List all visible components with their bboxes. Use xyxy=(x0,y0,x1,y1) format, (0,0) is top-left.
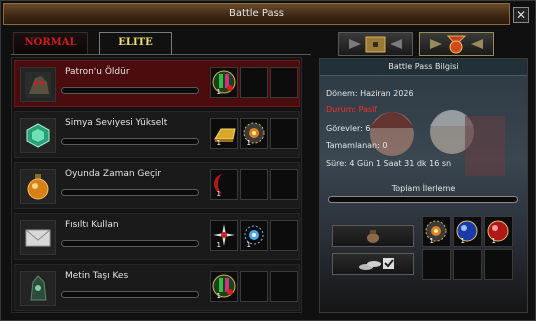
metin-stone-icon xyxy=(20,271,56,306)
info-status: Durum: Pasif xyxy=(326,105,378,114)
sun-medal-icon xyxy=(243,122,265,144)
reward-slot[interactable]: 1 xyxy=(210,220,238,251)
mission-row[interactable]: Metin Taşı Kes 1 xyxy=(14,264,300,311)
bag-icon xyxy=(367,230,379,243)
envelope-icon xyxy=(20,220,56,255)
battle-pass-info-panel: Battle Pass Bilgisi Dönem: Haziran 2026 … xyxy=(319,58,528,313)
coins-icon xyxy=(359,258,394,270)
potion-set-icon xyxy=(212,70,236,94)
reward-count: 1 xyxy=(246,241,251,249)
info-period: Dönem: Haziran 2026 xyxy=(326,89,414,98)
reward-slot-empty[interactable] xyxy=(270,220,298,251)
mission-list: Patron'u Öldür 1 Simya Seviyesi Yükselt … xyxy=(11,57,302,313)
compass-icon xyxy=(213,224,235,246)
info-completed: Tamamlanan: 0 xyxy=(326,141,388,150)
mission-progress-bar xyxy=(61,189,199,196)
reward-slot[interactable]: 1 xyxy=(210,67,238,98)
reward-slot-empty[interactable] xyxy=(270,67,298,98)
tab-chest[interactable] xyxy=(338,32,413,56)
final-reward-slot-empty[interactable] xyxy=(484,249,513,280)
mission-progress-bar xyxy=(61,240,199,247)
reward-slot-empty[interactable] xyxy=(270,118,298,149)
mission-title: Oyunda Zaman Geçir xyxy=(65,169,162,179)
reward-count: 1 xyxy=(460,237,465,245)
potion-bottle-icon xyxy=(20,169,56,204)
reward-count: 1 xyxy=(491,237,496,245)
title-bar[interactable]: Battle Pass xyxy=(3,3,510,25)
tab-divider xyxy=(11,54,311,55)
mission-progress-bar xyxy=(61,87,199,94)
red-orb-icon xyxy=(214,174,224,194)
final-reward-slot-empty[interactable] xyxy=(453,249,482,280)
close-button[interactable]: ✕ xyxy=(513,7,529,23)
reward-slot-empty[interactable] xyxy=(240,271,268,302)
reward-count: 1 xyxy=(429,237,434,245)
gold-bar-icon xyxy=(214,128,236,142)
battle-pass-window: Battle Pass ✕ NORMAL ELITE Patron'u Öldü… xyxy=(0,0,536,321)
reward-slot[interactable]: 1 xyxy=(210,169,238,200)
reward-slot-empty[interactable] xyxy=(240,67,268,98)
info-panel-header: Battle Pass Bilgisi xyxy=(320,59,527,76)
total-progress-bar xyxy=(328,196,518,203)
tab-medal[interactable] xyxy=(419,32,494,56)
window-title: Battle Pass xyxy=(228,8,285,19)
blue-orb-icon xyxy=(456,220,478,242)
boss-skull-icon xyxy=(20,67,56,102)
reward-count: 1 xyxy=(216,88,221,96)
blue-compass-icon xyxy=(244,225,264,245)
info-missions: Görevler: 6 xyxy=(326,124,371,133)
mission-progress-bar xyxy=(61,291,199,298)
mission-title: Metin Taşı Kes xyxy=(65,271,129,281)
mission-progress-bar xyxy=(61,138,199,145)
final-reward-slot[interactable]: 1 xyxy=(453,216,482,247)
gem-icon xyxy=(20,118,56,153)
reward-slot-empty[interactable] xyxy=(270,169,298,200)
reward-slot[interactable]: 1 xyxy=(210,271,238,302)
mission-title: Fısıltı Kullan xyxy=(65,220,119,230)
reward-slot-empty[interactable] xyxy=(240,169,268,200)
reward-count: 1 xyxy=(216,190,221,198)
reward-count: 1 xyxy=(216,139,221,147)
total-progress-label: Toplam İlerleme xyxy=(391,184,456,193)
mission-row[interactable]: Oyunda Zaman Geçir 1 xyxy=(14,162,300,209)
final-reward-slot-empty[interactable] xyxy=(422,249,451,280)
mission-row[interactable]: Patron'u Öldür 1 xyxy=(14,60,300,107)
reward-bag-button[interactable] xyxy=(332,225,414,247)
reward-slot[interactable]: 1 xyxy=(210,118,238,149)
tab-elite[interactable]: ELITE xyxy=(99,32,172,54)
final-reward-slot[interactable]: 1 xyxy=(484,216,513,247)
claim-coins-button[interactable] xyxy=(332,253,414,275)
mission-row[interactable]: Simya Seviyesi Yükselt 1 1 xyxy=(14,111,300,158)
reward-count: 1 xyxy=(246,139,251,147)
chest-icon xyxy=(349,36,402,53)
reward-count: 1 xyxy=(216,292,221,300)
reward-count: 1 xyxy=(216,241,221,249)
potion-set-icon xyxy=(212,274,236,298)
reward-slot[interactable]: 1 xyxy=(240,220,268,251)
mission-title: Patron'u Öldür xyxy=(65,67,130,77)
reward-slot[interactable]: 1 xyxy=(240,118,268,149)
reward-slot-empty[interactable] xyxy=(270,271,298,302)
final-reward-slot[interactable]: 1 xyxy=(422,216,451,247)
medal-icon xyxy=(430,35,483,54)
tab-normal[interactable]: NORMAL xyxy=(13,32,88,54)
mission-row[interactable]: Fısıltı Kullan 1 1 xyxy=(14,213,300,260)
info-time-left: Süre: 4 Gün 1 Saat 31 dk 16 sn xyxy=(326,159,452,168)
sun-medal-icon xyxy=(425,220,447,242)
red-orb-icon xyxy=(487,220,509,242)
mission-title: Simya Seviyesi Yükselt xyxy=(65,118,168,128)
